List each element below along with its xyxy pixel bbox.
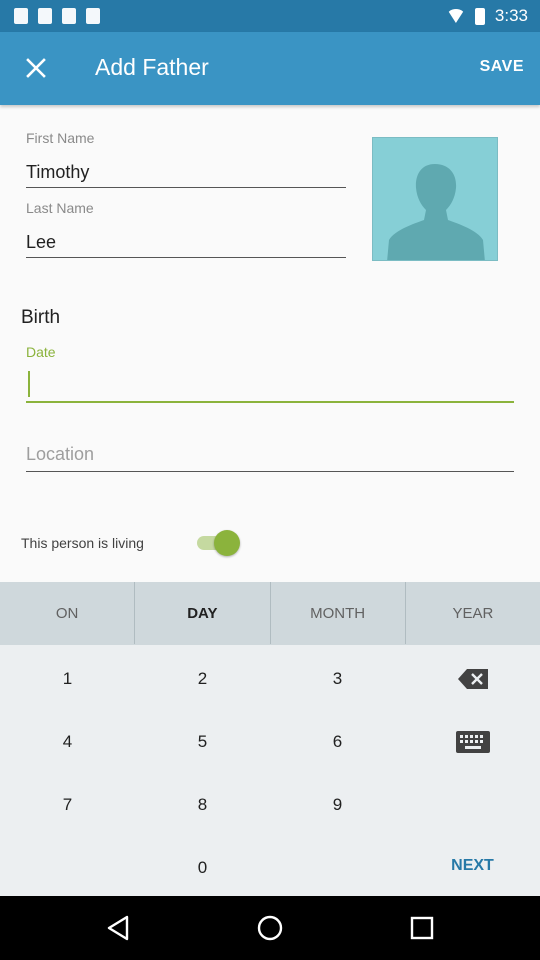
- key-2[interactable]: 2: [135, 647, 270, 710]
- date-input-cursor: [28, 371, 30, 397]
- backspace-icon: [457, 668, 488, 689]
- key-8[interactable]: 8: [135, 773, 270, 836]
- key-9[interactable]: 9: [270, 773, 405, 836]
- backspace-key[interactable]: [405, 647, 540, 710]
- tab-day[interactable]: DAY: [135, 582, 271, 644]
- wifi-icon: [446, 9, 465, 23]
- tab-on[interactable]: ON: [0, 582, 136, 644]
- last-name-underline: [26, 257, 346, 258]
- page-title: Add Father: [95, 54, 209, 80]
- location-underline: [26, 471, 514, 472]
- close-button[interactable]: [14, 46, 58, 90]
- first-name-label: First Name: [26, 130, 95, 146]
- first-name-input[interactable]: Timothy: [26, 162, 89, 183]
- toggle-thumb: [214, 530, 240, 556]
- tab-month[interactable]: MONTH: [271, 582, 406, 644]
- back-icon: [107, 915, 129, 941]
- last-name-label: Last Name: [26, 200, 94, 216]
- last-name-input[interactable]: Lee: [26, 232, 56, 253]
- battery-icon: [474, 7, 485, 25]
- back-button[interactable]: [102, 912, 134, 944]
- keyboard-toggle-key[interactable]: [405, 710, 540, 773]
- close-icon: [26, 58, 46, 78]
- save-button[interactable]: SAVE: [480, 58, 524, 76]
- key-3[interactable]: 3: [270, 647, 405, 710]
- notification-icon: [38, 8, 52, 24]
- home-button[interactable]: [254, 912, 286, 944]
- date-label: Date: [26, 344, 56, 360]
- keyboard-icon: [455, 730, 490, 753]
- date-input[interactable]: [26, 401, 514, 403]
- number-keypad: 1 2 3 4 5 6 7 8 9 0 NEXT: [0, 644, 540, 896]
- location-input[interactable]: Location: [26, 444, 94, 465]
- app-bar: Add Father SAVE: [0, 32, 540, 105]
- recents-icon: [410, 916, 434, 940]
- key-7[interactable]: 7: [0, 773, 135, 836]
- notification-icon: [86, 8, 100, 24]
- living-label: This person is living: [21, 535, 144, 551]
- birth-section-title: Birth: [21, 307, 61, 328]
- profile-photo-button[interactable]: [372, 137, 498, 261]
- key-1[interactable]: 1: [0, 647, 135, 710]
- recents-button[interactable]: [406, 912, 438, 944]
- status-notification-icons: [14, 8, 100, 24]
- date-picker-tabs: ON DAY MONTH YEAR: [0, 582, 540, 644]
- key-5[interactable]: 5: [135, 710, 270, 773]
- next-button[interactable]: NEXT: [405, 834, 540, 897]
- living-toggle[interactable]: [194, 530, 244, 556]
- status-bar: 3:33: [0, 0, 540, 32]
- status-time: 3:33: [494, 6, 528, 25]
- notification-icon: [14, 8, 28, 24]
- person-silhouette-icon: [387, 164, 485, 260]
- tab-year[interactable]: YEAR: [406, 582, 540, 644]
- notification-icon: [62, 8, 76, 24]
- navigation-bar: [0, 896, 540, 960]
- first-name-underline: [26, 187, 346, 188]
- home-icon: [257, 915, 283, 941]
- key-0[interactable]: 0: [135, 836, 270, 899]
- key-6[interactable]: 6: [270, 710, 405, 773]
- key-4[interactable]: 4: [0, 710, 135, 773]
